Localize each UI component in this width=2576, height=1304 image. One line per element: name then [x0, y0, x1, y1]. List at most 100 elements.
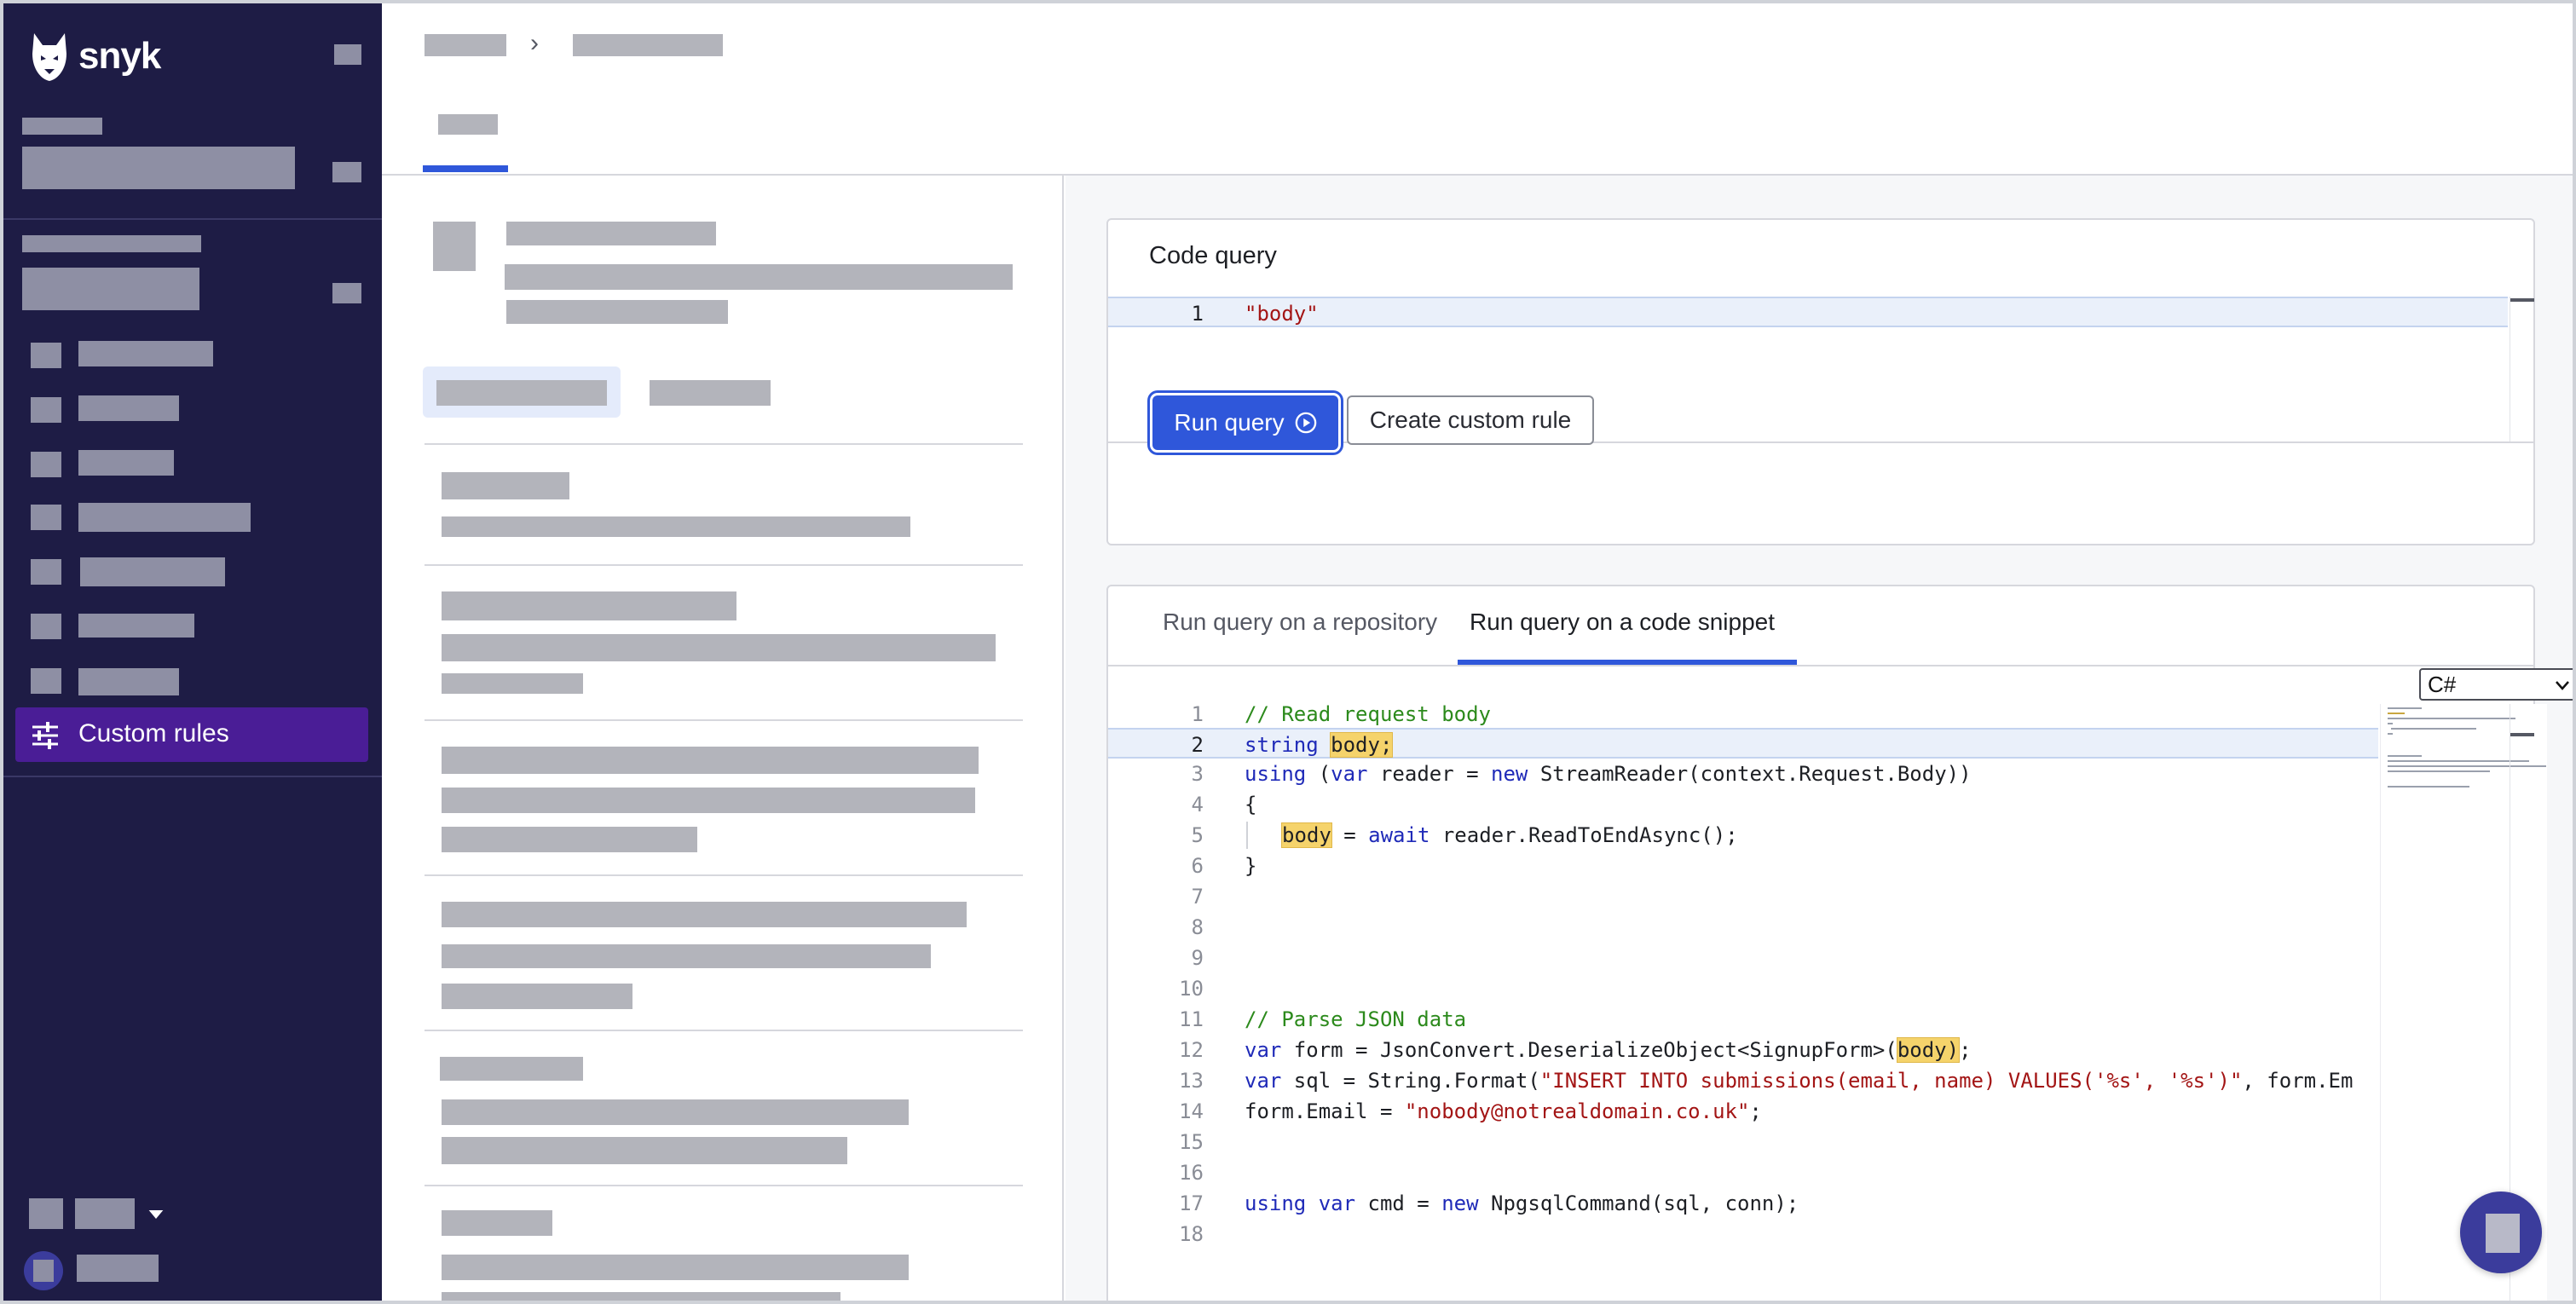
line-number: 5	[1191, 823, 1204, 847]
language-value: C#	[2428, 672, 2457, 697]
code-query-card: Code query 1 "body" Run query Create cus…	[1106, 218, 2535, 545]
app-window: snyk Custom rules › Code query 1 "body" …	[0, 0, 2576, 1304]
filter-tab[interactable]	[650, 380, 771, 406]
code-line: 15	[1108, 1127, 2378, 1157]
code-line: 11 // Parse JSON data	[1108, 1004, 2378, 1035]
nav-label	[80, 557, 225, 586]
code-text: form.Email = "nobody@notrealdomain.co.uk…	[1245, 1099, 1762, 1123]
rule-description	[505, 264, 1013, 290]
play-circle-icon	[1295, 412, 1316, 434]
code-line: 7	[1108, 881, 2378, 912]
brand-logo[interactable]: snyk	[29, 29, 161, 84]
query-match: body	[1281, 822, 1332, 848]
sidebar-item-6[interactable]	[15, 598, 368, 653]
code-text: }	[1245, 854, 1257, 878]
code-text: body = await reader.ReadToEndAsync();	[1281, 822, 1738, 848]
snippet-card: Run query on a repository Run query on a…	[1106, 585, 2573, 1301]
org-label	[22, 235, 201, 252]
code-text: var sql = String.Format("INSERT INTO sub…	[1245, 1069, 2354, 1093]
breadcrumb-item-2	[573, 34, 723, 56]
sidebar-item-4[interactable]	[15, 489, 368, 544]
list-item[interactable]	[425, 876, 1023, 1031]
help-menu-label[interactable]	[75, 1198, 135, 1229]
card-title: Code query	[1149, 242, 1277, 269]
breadcrumb-item-1[interactable]	[425, 34, 506, 56]
code-line: 10	[1108, 973, 2378, 1004]
org-switch-button[interactable]	[332, 283, 361, 303]
line-number: 13	[1179, 1069, 1204, 1093]
code-line: 18	[1108, 1219, 2378, 1249]
code-line: 1 // Read request body	[1108, 699, 2378, 730]
group-switch-button[interactable]	[332, 162, 361, 182]
code-line: 12 var form = JsonConvert.DeserializeObj…	[1108, 1035, 2378, 1065]
code-text: var form = JsonConvert.DeserializeObject…	[1245, 1037, 1972, 1063]
list-item[interactable]	[425, 445, 1023, 564]
query-match: body;	[1330, 732, 1394, 758]
run-query-button[interactable]: Run query	[1152, 395, 1338, 450]
code-line: 3 using (var reader = new StreamReader(c…	[1108, 759, 2378, 789]
line-number: 18	[1179, 1222, 1204, 1246]
editor-scrollbar[interactable]	[2510, 297, 2534, 441]
tab-run-on-code-snippet[interactable]: Run query on a code snippet	[1470, 609, 1775, 636]
list-item[interactable]	[425, 566, 1023, 721]
list-item[interactable]	[425, 1031, 1023, 1186]
code-line: 16	[1108, 1157, 2378, 1188]
nav-icon	[31, 397, 61, 423]
chevron-down-icon	[2556, 681, 2569, 690]
org-selector[interactable]	[22, 268, 199, 310]
sidebar-item-label: Custom rules	[78, 719, 229, 747]
sidebar-item-7[interactable]	[15, 653, 368, 707]
nav-label	[78, 668, 179, 695]
group-selector[interactable]	[22, 147, 295, 189]
language-select[interactable]: C#	[2419, 668, 2573, 701]
nav-icon	[31, 343, 61, 368]
list-item[interactable]	[425, 1186, 1023, 1301]
sidebar-item-1[interactable]	[15, 327, 368, 382]
tab-run-on-repository[interactable]: Run query on a repository	[1163, 609, 1437, 636]
chat-icon	[2486, 1214, 2520, 1253]
rule-list-panel	[382, 176, 1064, 1301]
create-custom-rule-button[interactable]: Create custom rule	[1347, 395, 1594, 445]
code-text: using var cmd = new NpgsqlCommand(sql, c…	[1245, 1191, 1799, 1215]
nav-icon	[31, 668, 61, 694]
code-line: 9	[1108, 943, 2378, 973]
nav-label	[78, 450, 174, 476]
rule-description	[506, 300, 728, 324]
avatar[interactable]	[24, 1251, 63, 1290]
line-number: 4	[1191, 793, 1204, 816]
line-number: 15	[1179, 1130, 1204, 1154]
sidebar: snyk Custom rules	[3, 3, 382, 1301]
code-text: using (var reader = new StreamReader(con…	[1245, 762, 1972, 786]
tab-bar-divider	[1108, 665, 2533, 666]
code-text: // Read request body	[1245, 702, 1491, 726]
list-item[interactable]	[425, 721, 1023, 876]
line-number: 12	[1179, 1038, 1204, 1062]
chevron-down-icon[interactable]	[148, 1210, 164, 1219]
nav-icon	[31, 614, 61, 639]
sidebar-item-3[interactable]	[15, 436, 368, 491]
nav-label	[78, 395, 179, 421]
collapse-button[interactable]	[334, 44, 361, 65]
code-line: 5 body = await reader.ReadToEndAsync();	[1108, 820, 2378, 851]
sliders-icon	[32, 722, 58, 749]
code-line: 17 using var cmd = new NpgsqlCommand(sql…	[1108, 1188, 2378, 1219]
line-number: 8	[1191, 915, 1204, 939]
code-text: string body;	[1245, 732, 1394, 758]
line-number: 3	[1191, 762, 1204, 786]
code-text: // Parse JSON data	[1245, 1007, 1467, 1031]
sidebar-item-5[interactable]	[15, 544, 368, 598]
code-line: 14 form.Email = "nobody@notrealdomain.co…	[1108, 1096, 2378, 1127]
snippet-editor[interactable]: 1 // Read request body 2 string body; 3 …	[1108, 699, 2378, 1301]
sidebar-item-2[interactable]	[15, 382, 368, 436]
filter-tab-active[interactable]	[423, 366, 621, 418]
sidebar-divider	[3, 776, 382, 777]
sidebar-item-custom-rules[interactable]: Custom rules	[15, 707, 368, 762]
nav-label	[78, 614, 194, 638]
header-tab[interactable]	[438, 114, 498, 135]
chat-support-button[interactable]	[2460, 1191, 2542, 1273]
group-label	[22, 118, 102, 135]
user-name[interactable]	[77, 1255, 159, 1282]
line-number: 9	[1191, 946, 1204, 970]
code-line: 4 {	[1108, 789, 2378, 820]
line-number: 14	[1179, 1099, 1204, 1123]
